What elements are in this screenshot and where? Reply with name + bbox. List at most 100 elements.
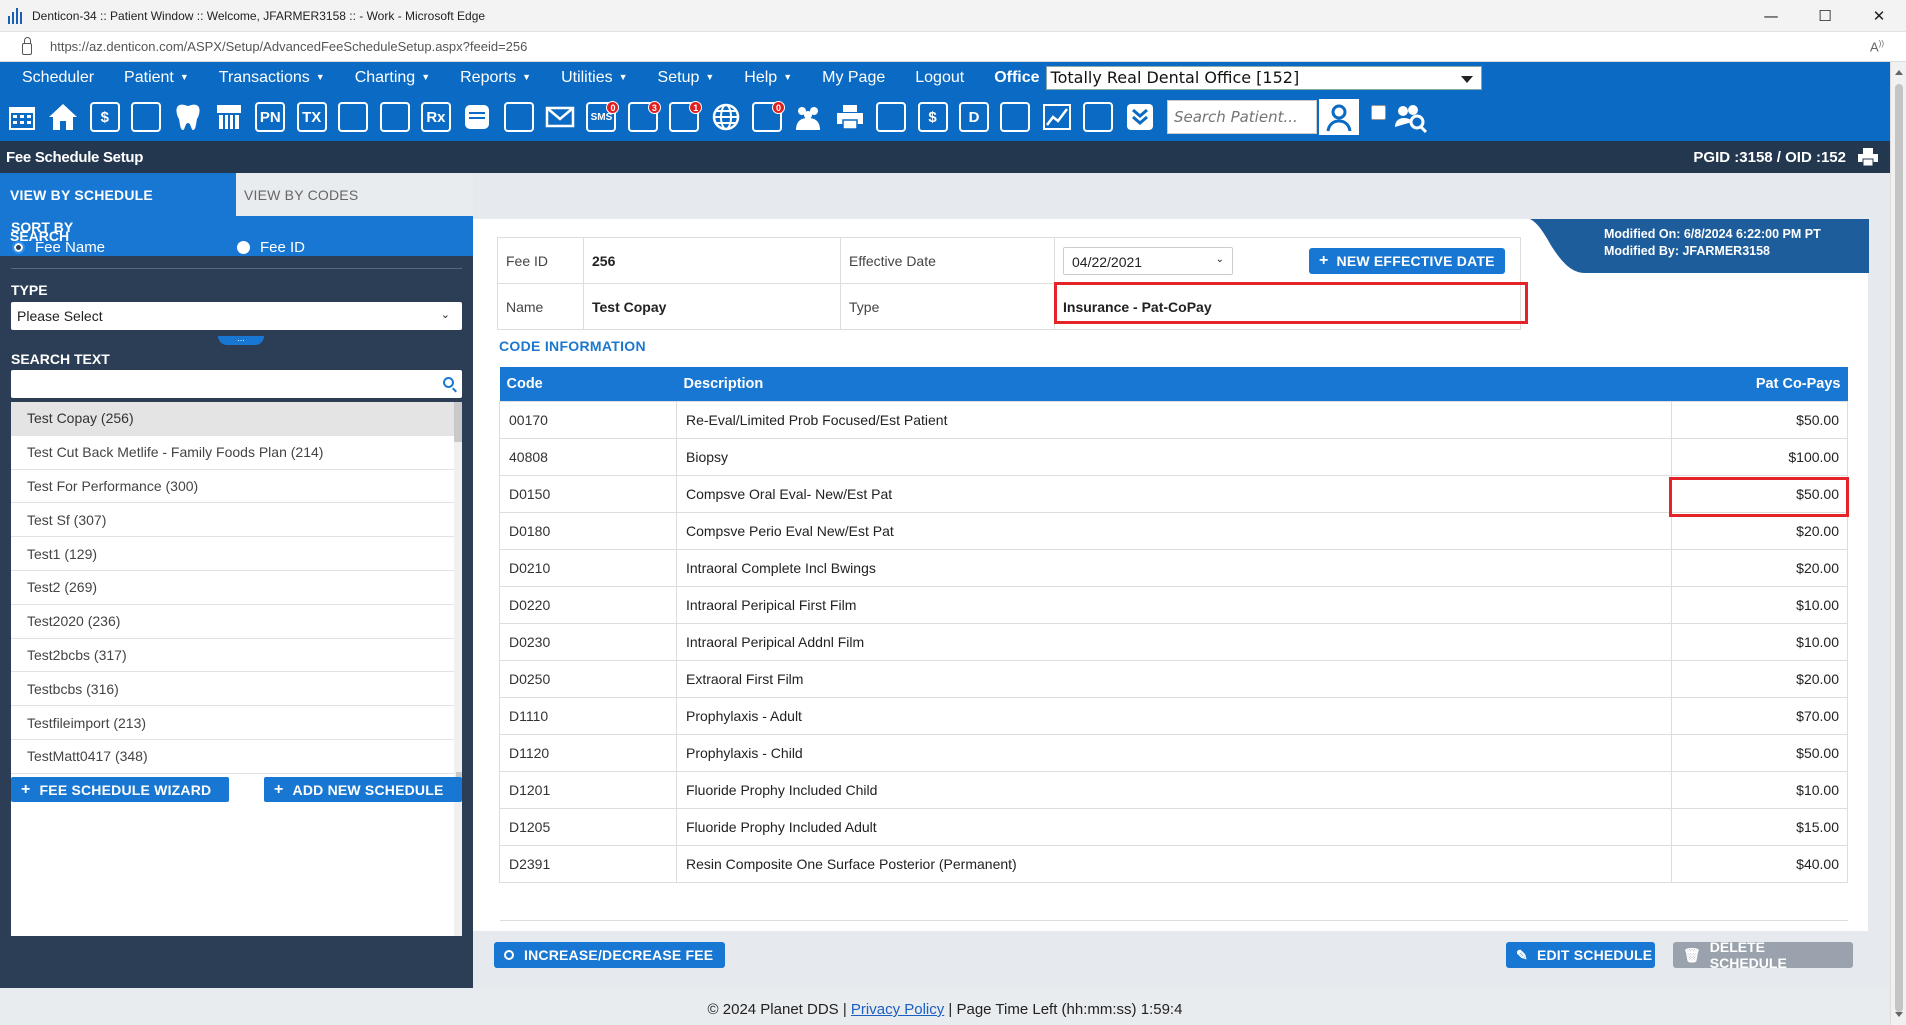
document-d-icon[interactable]: D [956, 99, 992, 135]
scanner-icon[interactable] [501, 99, 537, 135]
code-row[interactable]: D0210 Intraoral Complete Incl Bwings $20.0… [499, 548, 1848, 587]
toolbar-checkbox[interactable] [1370, 104, 1386, 120]
close-button[interactable]: ✕ [1852, 0, 1906, 32]
patient-search-input[interactable] [1166, 100, 1317, 134]
scrollbar-thumb[interactable] [454, 402, 462, 442]
code-row[interactable]: D0250 Extraoral First Film $20.00 [499, 659, 1848, 698]
code-row[interactable]: D0220 Intraoral Peripical First Film $10.0… [499, 585, 1848, 624]
search-text-input[interactable] [11, 370, 462, 398]
menu-help[interactable]: Help ▼ [744, 69, 792, 87]
schedule-list-item[interactable]: Test1 (129) [11, 537, 462, 571]
globe-users-icon[interactable]: 3 [625, 99, 661, 135]
schedule-list-item[interactable]: Test2 (269) [11, 571, 462, 605]
menu-setup[interactable]: Setup ▼ [658, 69, 715, 87]
schedule-list-item[interactable]: Testfileimport (213) [11, 706, 462, 740]
code-row[interactable]: D0230 Intraoral Peripical Addnl Film $10.0… [499, 622, 1848, 661]
money-shield-icon[interactable]: $ [915, 99, 951, 135]
increase-decrease-fee-button[interactable]: INCREASE/DECREASE FEE [494, 942, 725, 968]
menu-patient[interactable]: Patient ▼ [124, 69, 189, 87]
network-icon[interactable] [997, 99, 1033, 135]
teeth-icon[interactable] [211, 99, 247, 135]
minimize-button[interactable]: — [1744, 0, 1798, 32]
schedule-list-item[interactable]: Test For Performance (300) [11, 470, 462, 504]
code-row[interactable]: D1205 Fluoride Prophy Included Adult $15.0… [499, 807, 1848, 846]
add-patient-icon[interactable] [335, 99, 371, 135]
menu-transactions[interactable]: Transactions ▼ [219, 69, 325, 87]
fee-schedule-wizard-button[interactable]: + FEE SCHEDULE WIZARD [11, 777, 229, 802]
add-group-icon[interactable] [377, 99, 413, 135]
privacy-policy-link[interactable]: Privacy Policy [851, 1001, 944, 1018]
forms-icon[interactable]: 0 [749, 99, 786, 135]
edit-list-icon[interactable] [128, 99, 164, 135]
schedule-list-item[interactable]: Test Cut Back Metlife - Family Foods Pla… [11, 436, 462, 470]
code-row[interactable]: D1120 Prophylaxis - Child $50.00 [499, 733, 1848, 772]
tx-icon[interactable]: TX [294, 99, 330, 135]
url-text[interactable]: https://az.denticon.com/ASPX/Setup/Advan… [50, 39, 527, 54]
menu-scheduler[interactable]: Scheduler [22, 69, 94, 87]
menu-charting[interactable]: Charting ▼ [355, 69, 430, 87]
address-bar[interactable]: https://az.denticon.com/ASPX/Setup/Advan… [0, 32, 1906, 62]
sort-fee-id-radio[interactable]: Fee ID [237, 239, 305, 256]
printer-icon[interactable] [832, 99, 868, 135]
rx-icon[interactable]: Rx [418, 99, 454, 135]
print-icon[interactable] [1858, 148, 1878, 166]
menu-reports[interactable]: Reports ▼ [460, 69, 531, 87]
read-aloud-icon[interactable]: A)) [1870, 39, 1884, 54]
schedule-list-item[interactable]: TestMatt0417 (348) [11, 740, 462, 774]
tooth-icon[interactable] [170, 99, 206, 135]
schedule-list-scrollbar[interactable] [454, 402, 462, 936]
tab-view-by-schedule[interactable]: VIEW BY SCHEDULE [0, 173, 236, 216]
schedule-list-item[interactable]: Testbcbs (316) [11, 672, 462, 707]
column-header-pat-copays[interactable]: Pat Co-Pays [1671, 367, 1848, 401]
scroll-down-icon[interactable] [1895, 1012, 1903, 1017]
maximize-button[interactable]: ☐ [1798, 0, 1852, 32]
code-row[interactable]: D1110 Prophylaxis - Adult $70.00 [499, 696, 1848, 735]
support-icon[interactable]: 1 [666, 99, 703, 135]
people-search-icon[interactable] [1392, 99, 1428, 135]
menu-logout[interactable]: Logout [915, 69, 964, 87]
edit-schedule-button[interactable]: ✎ EDIT SCHEDULE [1506, 942, 1655, 968]
code-row[interactable]: D0180 Compsve Perio Eval New/Est Pat $20.0… [499, 511, 1848, 550]
column-header-description[interactable]: Description [676, 367, 1672, 401]
new-effective-date-button[interactable]: + NEW EFFECTIVE DATE [1309, 247, 1505, 274]
delete-schedule-button[interactable]: 🗑 DELETE SCHEDULE [1673, 939, 1853, 971]
code-row[interactable]: 00170 Re-Eval/Limited Prob Focused/Est Pa… [499, 400, 1848, 439]
lock-icon[interactable] [22, 36, 32, 55]
schedule-list-item[interactable]: Test2bcbs (317) [11, 639, 462, 673]
patient-search-button[interactable] [1318, 99, 1359, 135]
sms-icon[interactable]: SMS 0 [583, 99, 620, 135]
scroll-up-icon[interactable] [1895, 70, 1903, 75]
menu-utilities[interactable]: Utilities ▼ [561, 69, 627, 87]
schedule-list-item[interactable]: Test Sf (307) [11, 503, 462, 538]
code-row[interactable]: D1201 Fluoride Prophy Included Child $10.0… [499, 770, 1848, 809]
collapse-filters-handle[interactable]: ... [218, 334, 264, 345]
download-shield-icon[interactable] [1122, 99, 1158, 135]
page-scrollbar[interactable] [1890, 62, 1906, 1025]
dollar-icon[interactable]: $ [87, 99, 123, 135]
chart-line-icon[interactable] [1039, 99, 1075, 135]
effective-date-select[interactable]: 04/22/2021 ⌄ [1063, 246, 1233, 275]
page-scrollbar-thumb[interactable] [1895, 84, 1903, 1012]
pn-icon[interactable]: PN [252, 99, 288, 135]
sort-fee-name-radio[interactable]: Fee Name [12, 239, 105, 256]
tab-view-by-codes[interactable]: VIEW BY CODES [236, 173, 358, 216]
world-user-icon[interactable] [1080, 99, 1116, 135]
home-icon[interactable] [45, 99, 81, 135]
schedule-list-item[interactable]: Test Copay (256) [11, 402, 462, 436]
code-row[interactable]: 40808 Biopsy $100.00 [499, 437, 1848, 476]
menu-my-page[interactable]: My Page [822, 69, 885, 87]
notes-icon[interactable] [459, 99, 495, 135]
search-icon[interactable] [443, 377, 454, 388]
column-header-code[interactable]: Code [499, 367, 677, 401]
code-row[interactable]: D2391 Resin Composite One Surface Posteri… [499, 844, 1848, 883]
add-new-schedule-button[interactable]: + ADD NEW SCHEDULE [264, 777, 462, 802]
schedule-list-item[interactable]: Test2020 (236) [11, 605, 462, 639]
code-row[interactable]: D0150 Compsve Oral Eval- New/Est Pat $50.0… [499, 474, 1848, 513]
calendar-icon[interactable] [4, 99, 40, 135]
office-select[interactable]: Totally Real Dental Office [152] [1045, 65, 1482, 90]
mail-icon[interactable] [542, 99, 578, 135]
shield-arrow-icon[interactable] [873, 99, 909, 135]
group-icon[interactable] [790, 99, 826, 135]
globe-icon[interactable] [708, 99, 744, 135]
type-select[interactable]: Please Select ⌄ [11, 302, 462, 330]
